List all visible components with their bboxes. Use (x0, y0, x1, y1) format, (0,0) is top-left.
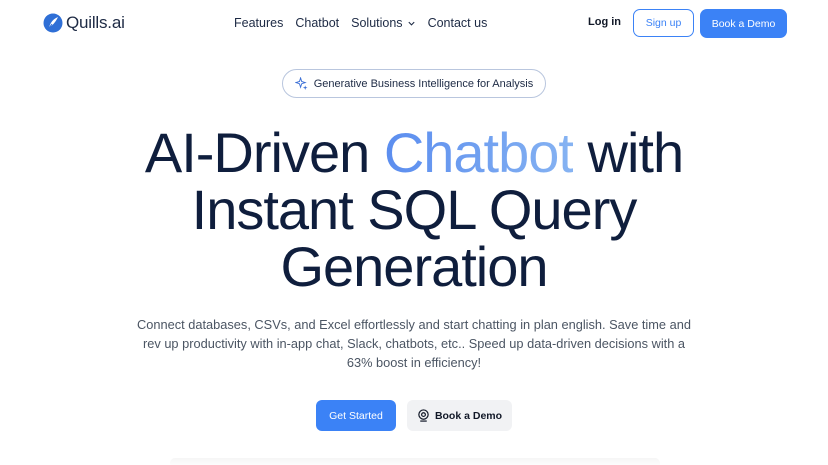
get-started-button[interactable]: Get Started (316, 400, 396, 431)
nav-links: Features Chatbot Solutions Contact us (234, 16, 499, 30)
login-link[interactable]: Log in (588, 16, 621, 28)
book-demo-button-hero[interactable]: Book a Demo (407, 400, 512, 431)
nav-link-features[interactable]: Features (234, 16, 283, 30)
hero-title-line-2: Instant SQL Query (191, 178, 638, 241)
hero-subtitle: Connect databases, CSVs, and Excel effor… (137, 317, 691, 370)
logo[interactable]: Quills.ai (43, 12, 125, 34)
book-demo-label: Book a Demo (434, 409, 503, 422)
webcam-icon (418, 409, 429, 422)
hero-title-accent: Chatbot (383, 121, 574, 184)
nav-link-solutions-label: Solutions (351, 16, 403, 30)
nav-link-contact[interactable]: Contact us (428, 16, 488, 30)
hero-title: AI-Driven Chatbot with Instant SQL Query… (0, 124, 828, 295)
hero-title-line-3: Generation (280, 235, 548, 298)
announcement-badge: Generative Business Intelligence for Ana… (282, 69, 546, 98)
preview-edge-shadow (170, 458, 660, 465)
sparkle-icon (294, 77, 308, 90)
logo-text: Quills.ai (66, 13, 125, 32)
hero-title-part-1: AI-Driven (144, 121, 384, 184)
book-demo-button-nav[interactable]: Book a Demo (700, 9, 787, 38)
quill-logo-icon (43, 13, 63, 33)
signup-button[interactable]: Sign up (633, 9, 694, 37)
nav-link-chatbot[interactable]: Chatbot (295, 16, 339, 30)
hero-title-part-2: with (572, 121, 685, 184)
hero-title-line-1: AI-Driven Chatbot with (0, 124, 828, 181)
chevron-down-icon (407, 21, 415, 26)
badge-text: Generative Business Intelligence for Ana… (313, 77, 534, 90)
top-navbar: Quills.ai Features Chatbot Solutions Con… (0, 0, 828, 46)
nav-dropdown-solutions[interactable]: Solutions (351, 16, 415, 30)
